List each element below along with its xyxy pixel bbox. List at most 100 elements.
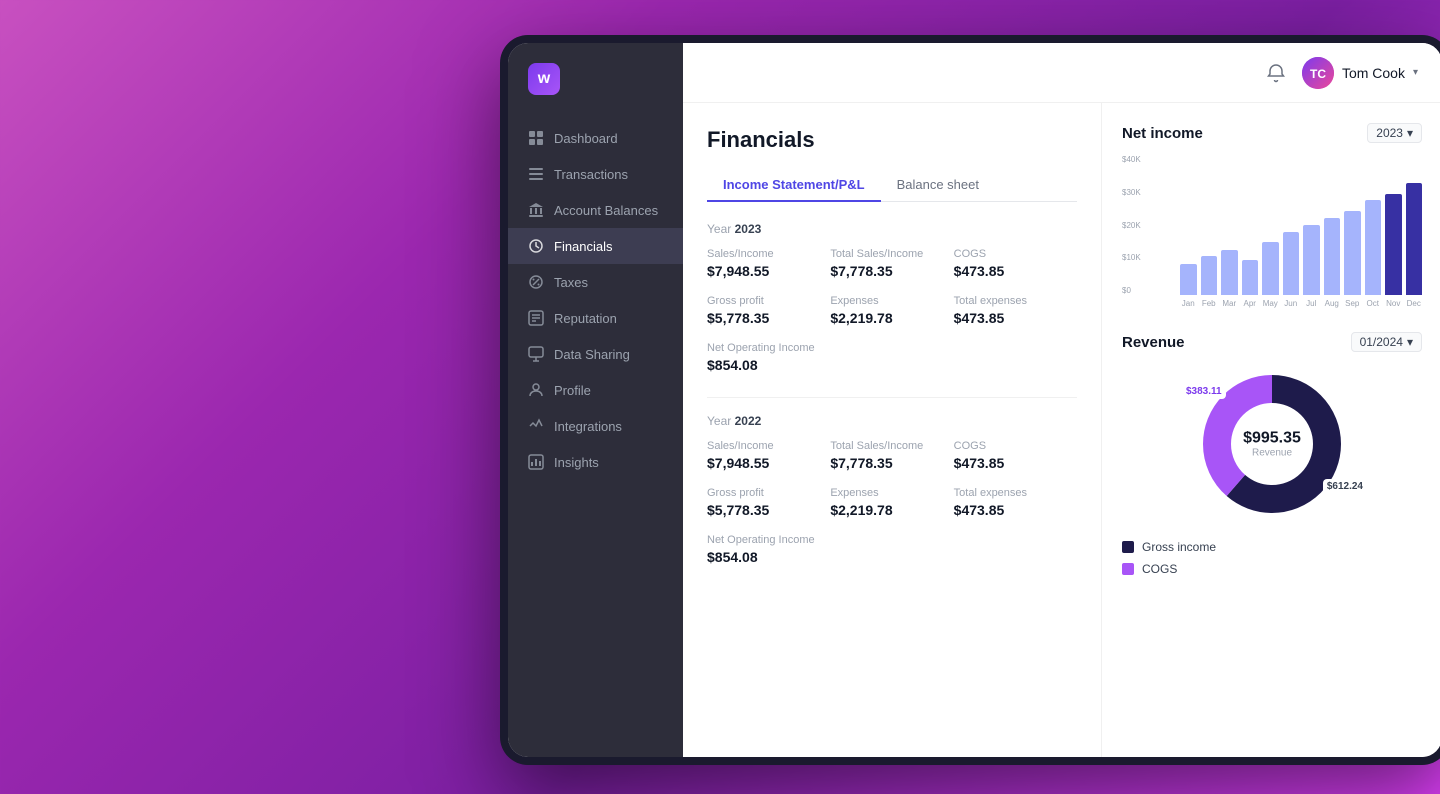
- revenue-filter-chevron-icon: ▾: [1407, 335, 1413, 349]
- total-expenses-label-2022: Total expenses: [954, 487, 1077, 499]
- net-income-header: Net income 2023 ▾: [1122, 123, 1422, 143]
- total-sales-value-2023: $7,778.35: [830, 263, 953, 279]
- sidebar-label-profile: Profile: [554, 383, 591, 398]
- net-operating-2023: Net Operating Income $854.08: [707, 342, 830, 373]
- bar-label-oct: Oct: [1365, 299, 1382, 308]
- list-icon: [528, 166, 544, 182]
- bar-label-jan: Jan: [1180, 299, 1197, 308]
- bar-chart: [1180, 155, 1422, 295]
- sidebar-item-data-sharing[interactable]: Data Sharing: [508, 336, 683, 372]
- sidebar-label-account-balances: Account Balances: [554, 203, 658, 218]
- year-2022-section: Year 2022 Sales/Income $7,948.55 Total S…: [707, 414, 1077, 565]
- sidebar-item-financials[interactable]: Financials: [508, 228, 683, 264]
- divider-1: [707, 397, 1077, 398]
- financials-grid-2023: Sales/Income $7,948.55 Total Sales/Incom…: [707, 248, 1077, 373]
- insights-icon: [528, 454, 544, 470]
- user-menu[interactable]: TC Tom Cook ▾: [1302, 57, 1418, 89]
- legend-cogs: COGS: [1122, 562, 1422, 576]
- grid-icon: [528, 130, 544, 146]
- cogs-value-2022: $473.85: [954, 455, 1077, 471]
- net-operating-value-2023: $854.08: [707, 357, 830, 373]
- bar-labels: JanFebMarAprMayJunJulAugSepOctNovDec: [1180, 299, 1422, 308]
- sidebar-item-integrations[interactable]: Integrations: [508, 408, 683, 444]
- cogs-label-2023: COGS: [954, 248, 1077, 260]
- sidebar-item-account-balances[interactable]: Account Balances: [508, 192, 683, 228]
- donut-center-value: $995.35: [1243, 430, 1301, 448]
- total-expenses-2022: Total expenses $473.85: [954, 487, 1077, 518]
- year-2023-section: Year 2023 Sales/Income $7,948.55 Total S…: [707, 222, 1077, 373]
- sidebar-item-reputation[interactable]: Reputation: [508, 300, 683, 336]
- filter-chevron-icon: ▾: [1407, 126, 1413, 140]
- bar-label-sep: Sep: [1344, 299, 1361, 308]
- bar-label-jun: Jun: [1283, 299, 1300, 308]
- user-name-label: Tom Cook: [1342, 65, 1405, 81]
- sidebar-label-taxes: Taxes: [554, 275, 588, 290]
- sidebar-item-dashboard[interactable]: Dashboard: [508, 120, 683, 156]
- page-title: Financials: [707, 127, 1077, 153]
- tab-income-statement[interactable]: Income Statement/P&L: [707, 169, 881, 202]
- total-expenses-label-2023: Total expenses: [954, 295, 1077, 307]
- sales-income-2022: Sales/Income $7,948.55: [707, 440, 830, 471]
- bar-label-nov: Nov: [1385, 299, 1402, 308]
- taxes-icon: [528, 274, 544, 290]
- gross-profit-value-2022: $5,778.35: [707, 502, 830, 518]
- gross-profit-value-2023: $5,778.35: [707, 310, 830, 326]
- gross-profit-2022: Gross profit $5,778.35: [707, 487, 830, 518]
- main-content: TC Tom Cook ▾ Financials Income Statemen…: [683, 43, 1440, 757]
- sidebar-label-data-sharing: Data Sharing: [554, 347, 630, 362]
- bell-icon[interactable]: [1266, 63, 1286, 83]
- expenses-value-2023: $2,219.78: [830, 310, 953, 326]
- bar-label-apr: Apr: [1242, 299, 1259, 308]
- left-panel: Financials Income Statement/P&L Balance …: [683, 103, 1102, 757]
- bar-jul: [1303, 225, 1320, 295]
- sidebar-label-financials: Financials: [554, 239, 613, 254]
- legend-label-cogs: COGS: [1142, 562, 1177, 576]
- cogs-2022: COGS $473.85: [954, 440, 1077, 471]
- sidebar-label-integrations: Integrations: [554, 419, 622, 434]
- bar-oct: [1365, 200, 1382, 295]
- profile-icon: [528, 382, 544, 398]
- svg-text:TC: TC: [1310, 67, 1326, 81]
- net-income-title: Net income: [1122, 125, 1203, 142]
- bar-label-mar: Mar: [1221, 299, 1238, 308]
- gross-profit-label-2022: Gross profit: [707, 487, 830, 499]
- expenses-2023: Expenses $2,219.78: [830, 295, 953, 326]
- sidebar-item-insights[interactable]: Insights: [508, 444, 683, 480]
- total-sales-value-2022: $7,778.35: [830, 455, 953, 471]
- revenue-filter[interactable]: 01/2024 ▾: [1351, 332, 1422, 352]
- cogs-label-2022: COGS: [954, 440, 1077, 452]
- tabs: Income Statement/P&L Balance sheet: [707, 169, 1077, 202]
- data-sharing-icon: [528, 346, 544, 362]
- net-operating-label-2023: Net Operating Income: [707, 342, 830, 354]
- year-2023-label: Year 2023: [707, 222, 1077, 236]
- year-2022-label: Year 2022: [707, 414, 1077, 428]
- net-income-chart: $40K $30K $20K $10K $0: [1122, 155, 1422, 308]
- bar-label-feb: Feb: [1201, 299, 1218, 308]
- sidebar-item-transactions[interactable]: Transactions: [508, 156, 683, 192]
- sidebar-item-taxes[interactable]: Taxes: [508, 264, 683, 300]
- donut-center-label: Revenue: [1243, 448, 1301, 459]
- integrations-icon: [528, 418, 544, 434]
- right-panel: Net income 2023 ▾ $40K $30K $20K: [1102, 103, 1440, 757]
- sidebar-item-profile[interactable]: Profile: [508, 372, 683, 408]
- expenses-label-2023: Expenses: [830, 295, 953, 307]
- header: TC Tom Cook ▾: [683, 43, 1440, 103]
- app-container: w Dashboard Transactions: [508, 43, 1440, 757]
- bar-nov: [1385, 194, 1402, 295]
- bar-sep: [1344, 211, 1361, 295]
- total-sales-label-2023: Total Sales/Income: [830, 248, 953, 260]
- chevron-down-icon: ▾: [1413, 67, 1418, 78]
- net-income-filter[interactable]: 2023 ▾: [1367, 123, 1422, 143]
- logo: w: [508, 63, 683, 120]
- net-operating-label-2022: Net Operating Income: [707, 534, 830, 546]
- revenue-legend: Gross income COGS: [1122, 540, 1422, 576]
- cogs-2023: COGS $473.85: [954, 248, 1077, 279]
- tab-balance-sheet[interactable]: Balance sheet: [881, 169, 995, 202]
- sales-income-value-2023: $7,948.55: [707, 263, 830, 279]
- sales-income-2023: Sales/Income $7,948.55: [707, 248, 830, 279]
- bar-mar: [1221, 250, 1238, 295]
- sidebar-label-transactions: Transactions: [554, 167, 628, 182]
- donut-chart: $995.35 Revenue $383.11 $612.24: [1192, 364, 1352, 524]
- bar-label-may: May: [1262, 299, 1279, 308]
- sidebar-label-dashboard: Dashboard: [554, 131, 618, 146]
